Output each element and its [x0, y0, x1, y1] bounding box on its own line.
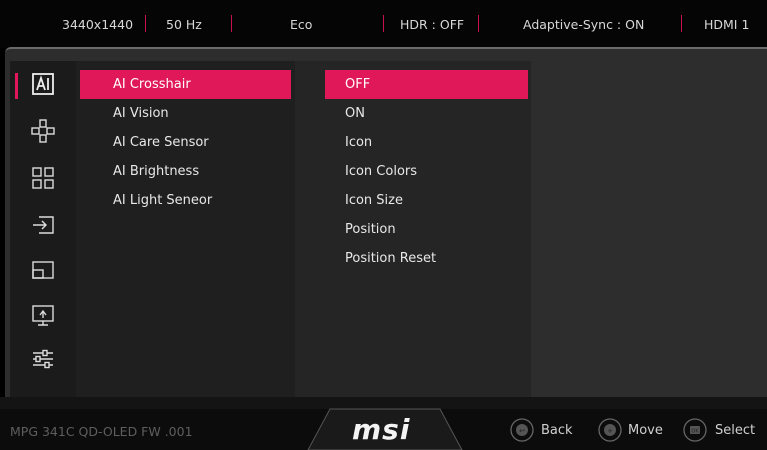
sidebar-item-settings[interactable] [10, 346, 76, 376]
option-icon-size[interactable]: Icon Size [325, 186, 528, 215]
svg-text:↩: ↩ [519, 427, 525, 435]
osd-menu-frame: AI Crosshair AI Vision AI Care Sensor AI… [5, 47, 767, 397]
option-position-reset[interactable]: Position Reset [325, 244, 528, 273]
sidebar-item-input[interactable] [10, 212, 76, 242]
apps-grid-icon [30, 165, 56, 195]
status-divider [681, 15, 682, 32]
menu-item-ai-care-sensor[interactable]: AI Care Sensor [80, 128, 291, 157]
move-joystick-icon: + [598, 418, 622, 442]
ai-icon [30, 71, 56, 101]
resolution-status: 3440x1440 [62, 17, 134, 32]
hdr-status: HDR : OFF [400, 17, 465, 32]
select-hint[interactable]: Select [715, 423, 755, 438]
model-firmware-label: MPG 341C QD-OLED FW .001 [10, 424, 193, 439]
sidebar-item-gaming[interactable] [10, 118, 76, 148]
msi-logo: msi [352, 413, 411, 446]
gamepad-icon [30, 118, 56, 148]
submenu-list: AI Crosshair AI Vision AI Care Sensor AI… [76, 61, 295, 397]
menu-item-ai-light-sensor[interactable]: AI Light Seneor [80, 186, 291, 215]
status-bar: 3440x1440 50 Hz Eco HDR : OFF Adaptive-S… [0, 0, 767, 48]
status-divider [478, 15, 479, 32]
detail-panel [531, 61, 767, 397]
options-list: OFF ON Icon Icon Colors Icon Size Positi… [295, 61, 531, 397]
status-divider [231, 15, 232, 32]
option-off[interactable]: OFF [325, 70, 528, 99]
select-button-icon: OK [683, 418, 707, 442]
input-source-icon [30, 212, 56, 242]
adaptive-sync-status: Adaptive-Sync : ON [523, 17, 645, 32]
refresh-rate-status: 50 Hz [166, 17, 202, 32]
footer-bar: MPG 341C QD-OLED FW .001 msi ↩ Back + Mo… [0, 397, 767, 450]
svg-text:OK: OK [691, 429, 699, 435]
display-icon [30, 302, 56, 332]
input-source-status: HDMI 1 [704, 17, 750, 32]
option-icon[interactable]: Icon [325, 128, 528, 157]
option-icon-colors[interactable]: Icon Colors [325, 157, 528, 186]
mode-status: Eco [290, 17, 313, 32]
menu-item-ai-brightness[interactable]: AI Brightness [80, 157, 291, 186]
sidebar-item-pip[interactable] [10, 257, 76, 287]
menu-item-ai-crosshair[interactable]: AI Crosshair [80, 70, 291, 99]
status-divider [383, 15, 384, 32]
sidebar-item-apps[interactable] [10, 165, 76, 195]
settings-sliders-icon [30, 346, 56, 376]
move-hint[interactable]: Move [628, 423, 663, 438]
back-button-icon: ↩ [510, 418, 534, 442]
status-divider [145, 15, 146, 32]
back-hint[interactable]: Back [541, 423, 573, 438]
menu-item-ai-vision[interactable]: AI Vision [80, 99, 291, 128]
sidebar [10, 61, 76, 397]
option-position[interactable]: Position [325, 215, 528, 244]
sidebar-item-ai[interactable] [10, 71, 76, 101]
sidebar-item-display[interactable] [10, 302, 76, 332]
svg-text:+: + [607, 427, 613, 435]
option-on[interactable]: ON [325, 99, 528, 128]
pip-icon [30, 257, 56, 287]
active-marker [15, 73, 18, 99]
